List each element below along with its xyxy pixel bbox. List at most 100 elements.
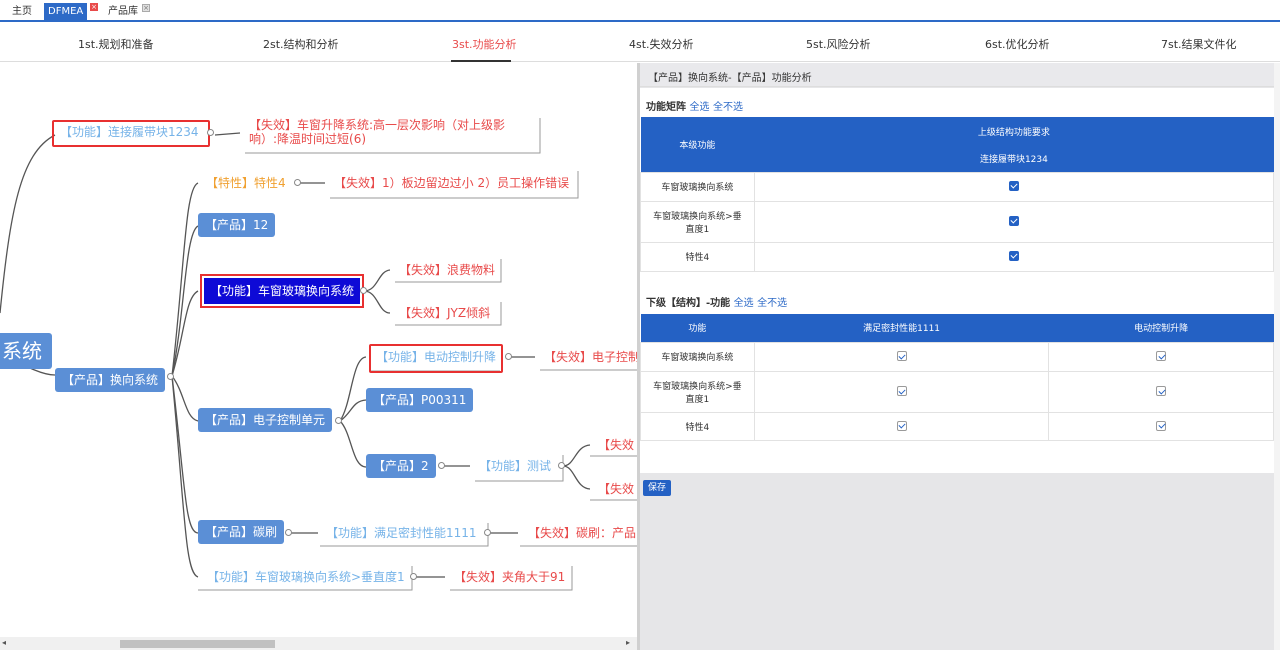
matrix-label: 功能矩阵 xyxy=(646,102,686,113)
node-fail-waste[interactable]: 【失效】浪费物料 xyxy=(395,261,499,279)
panel-header: 【产品】换向系统-【产品】功能分析 xyxy=(640,63,1274,87)
lower-row-label: 特性4 xyxy=(640,411,755,441)
lower-select-all-link[interactable]: 全选 xyxy=(734,298,754,309)
horizontal-scrollbar[interactable] xyxy=(0,637,637,650)
node-fail-trait4[interactable]: 【失效】1）板边留边过小 2）员工操作错误 xyxy=(330,174,573,192)
fail-window-line2: 响）:降温时间过短(6) xyxy=(249,132,367,147)
step-tab-6[interactable]: 6st.优化分析 xyxy=(985,36,1050,52)
function-analysis-panel: 【产品】换向系统-【产品】功能分析 功能矩阵 全选 全不选 本级功能 上级结构功… xyxy=(640,63,1275,650)
step-tab-3[interactable]: 3st.功能分析 xyxy=(452,36,517,52)
checkbox-checked-icon[interactable] xyxy=(1156,386,1167,397)
save-button[interactable]: 保存 xyxy=(643,480,671,496)
node-func-test[interactable]: 【功能】测试 xyxy=(475,457,555,475)
lower-header-function: 功能 xyxy=(640,314,755,342)
tab-product-library-close-icon[interactable]: × xyxy=(142,4,150,12)
expand-dot[interactable] xyxy=(558,462,565,469)
node-fail-partial-b[interactable]: 【失效 xyxy=(594,480,637,498)
checkbox-checked-icon[interactable] xyxy=(1156,351,1167,362)
node-fail-electric[interactable]: 【失效】电子控制 xyxy=(540,348,637,366)
highlight-box xyxy=(369,344,503,373)
matrix-select-none-link[interactable]: 全不选 xyxy=(713,102,743,113)
node-func-seal[interactable]: 【功能】满足密封性能1111 xyxy=(322,524,481,542)
matrix-select-all-link[interactable]: 全选 xyxy=(689,102,709,113)
expand-dot[interactable] xyxy=(438,462,445,469)
matrix-header-top: 上级结构功能要求 xyxy=(754,117,1274,145)
lower-function-table: 功能 满足密封性能1111 电动控制升降 车窗玻璃换向系统 车窗玻璃换向系统>垂… xyxy=(640,314,1274,441)
expand-dot[interactable] xyxy=(294,179,301,186)
node-prod-12[interactable]: 【产品】12 xyxy=(198,213,276,238)
node-trait4[interactable]: 【特性】特性4 xyxy=(202,174,290,192)
tab-dfmea-close-icon[interactable]: × xyxy=(90,3,98,11)
checkbox-checked-icon[interactable] xyxy=(1008,216,1019,227)
step-tab-5[interactable]: 5st.风险分析 xyxy=(806,36,871,52)
checkbox-checked-icon[interactable] xyxy=(896,351,907,362)
node-prod-p00311[interactable]: 【产品】P00311 xyxy=(366,388,474,413)
matrix-row-label: 车窗玻璃换向系统 xyxy=(640,171,755,202)
highlight-box xyxy=(52,120,210,147)
node-fail-jyz[interactable]: 【失效】JYZ倾斜 xyxy=(395,304,494,322)
active-step-underline xyxy=(451,60,511,62)
node-func-window-selected[interactable]: 【功能】车窗玻璃换向系统 xyxy=(199,273,365,309)
function-matrix-table: 本级功能 上级结构功能要求 连接履带块1234 车窗玻璃换向系统 车窗玻璃换向系… xyxy=(640,117,1275,272)
expand-dot[interactable] xyxy=(410,573,417,580)
lower-select-none-link[interactable]: 全不选 xyxy=(757,298,787,309)
lower-cell[interactable] xyxy=(1048,341,1274,372)
step-tab-4[interactable]: 4st.失效分析 xyxy=(629,36,694,52)
node-fail-angle[interactable]: 【失效】夹角大于91 xyxy=(450,568,569,586)
checkbox-checked-icon[interactable] xyxy=(1008,251,1019,262)
node-prod-brush[interactable]: 【产品】碳刷 xyxy=(198,520,285,545)
matrix-row-label: 特性4 xyxy=(640,241,755,272)
expand-dot[interactable] xyxy=(360,287,367,294)
checkbox-checked-icon[interactable] xyxy=(1156,420,1167,431)
expand-dot[interactable] xyxy=(207,129,214,136)
lower-cell[interactable] xyxy=(1048,411,1274,441)
mindmap-canvas[interactable]: 系统 【功能】连接履带块1234 【失效】车窗升降系统:高一层次影响（对上级影 … xyxy=(0,63,637,650)
matrix-header-sub: 连接履带块1234 xyxy=(754,145,1274,172)
matrix-cell[interactable] xyxy=(753,241,1275,272)
scroll-left-arrow-icon[interactable]: ◂ xyxy=(2,638,6,647)
lower-cell[interactable] xyxy=(1048,370,1274,413)
expand-dot[interactable] xyxy=(505,353,512,360)
node-prod-ecu[interactable]: 【产品】电子控制单元 xyxy=(198,408,333,433)
vertical-scrollbar[interactable] xyxy=(1274,63,1280,650)
horizontal-scroll-thumb[interactable] xyxy=(120,640,275,648)
tab-product-library[interactable]: 产品库 xyxy=(104,3,142,20)
step-tab-2[interactable]: 2st.结构和分析 xyxy=(263,36,339,52)
lower-cell[interactable] xyxy=(753,341,1050,372)
tab-home[interactable]: 主页 xyxy=(8,3,36,20)
scroll-right-arrow-icon[interactable]: ▸ xyxy=(626,638,630,647)
lower-section-label: 下级【结构】-功能 全选 全不选 xyxy=(646,294,787,309)
expand-dot[interactable] xyxy=(335,417,342,424)
lower-row-label: 车窗玻璃换向系统 xyxy=(640,341,755,372)
step-tab-1[interactable]: 1st.规划和准备 xyxy=(78,36,154,52)
node-func-vertical[interactable]: 【功能】车窗玻璃换向系统>垂直度1 xyxy=(203,568,409,586)
root-node[interactable]: 系统 xyxy=(0,333,52,369)
expand-dot[interactable] xyxy=(285,529,292,536)
step-tabs: 1st.规划和准备 2st.结构和分析 3st.功能分析 4st.失效分析 5s… xyxy=(0,24,1280,62)
panel-title: 【产品】换向系统-【产品】功能分析 xyxy=(648,73,812,84)
node-prod-2[interactable]: 【产品】2 xyxy=(366,454,436,479)
expand-dot[interactable] xyxy=(484,529,491,536)
matrix-section-label: 功能矩阵 全选 全不选 xyxy=(646,98,743,113)
node-fail-window[interactable]: 【失效】车窗升降系统:高一层次影响（对上级影 响）:降温时间过短(6) xyxy=(245,116,509,149)
checkbox-checked-icon[interactable] xyxy=(896,420,907,431)
node-fail-partial-a[interactable]: 【失效 xyxy=(594,436,637,454)
node-prod-switch[interactable]: 【产品】换向系统 xyxy=(55,368,166,393)
fail-window-line1: 【失效】车窗升降系统:高一层次影响（对上级影 xyxy=(249,118,506,132)
lower-row-label-line2: 直度1 xyxy=(685,394,710,405)
lower-row-label-line1: 车窗玻璃换向系统>垂 xyxy=(653,381,742,392)
node-fail-brush[interactable]: 【失效】碳刷：产品 xyxy=(524,524,637,542)
lower-cell[interactable] xyxy=(753,411,1050,441)
checkbox-checked-icon[interactable] xyxy=(1008,181,1019,192)
matrix-cell[interactable] xyxy=(753,171,1275,202)
expand-dot[interactable] xyxy=(167,373,174,380)
matrix-row-label: 车窗玻璃换向系统>垂 直度1 xyxy=(640,200,755,243)
checkbox-checked-icon[interactable] xyxy=(896,386,907,397)
tab-dfmea[interactable]: DFMEA xyxy=(44,3,88,20)
lower-row-label: 车窗玻璃换向系统>垂 直度1 xyxy=(640,370,755,413)
top-tab-bar: 主页 DFMEA × 产品库 × xyxy=(0,0,1280,22)
lower-cell[interactable] xyxy=(753,370,1050,413)
step-tab-7[interactable]: 7st.结果文件化 xyxy=(1161,36,1237,52)
panel-body: 功能矩阵 全选 全不选 本级功能 上级结构功能要求 连接履带块1234 车窗玻璃… xyxy=(640,88,1275,496)
matrix-cell[interactable] xyxy=(753,200,1275,243)
